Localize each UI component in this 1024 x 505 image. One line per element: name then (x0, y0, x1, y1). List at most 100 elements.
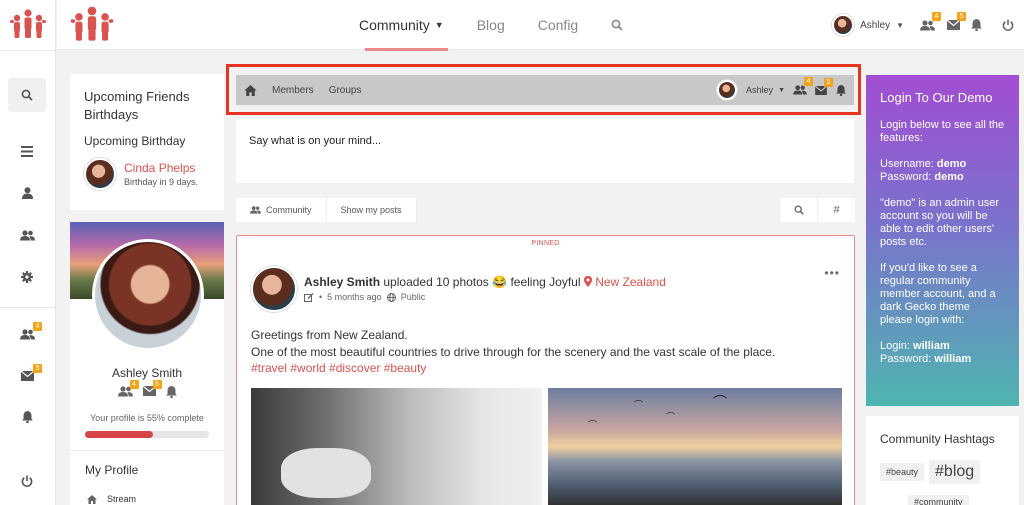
pinned-label: PINNED (531, 240, 560, 247)
rail-profile-button[interactable] (8, 176, 46, 210)
bird-shape: ⌒ (634, 400, 644, 410)
demo-login-label: Login: (880, 340, 910, 352)
demo-admin-note: "demo" is an admin user account so you w… (880, 197, 1000, 248)
logout-button[interactable] (1002, 19, 1014, 31)
profile-name[interactable]: Ashley Smith (70, 366, 224, 380)
stream-search-button[interactable] (779, 198, 817, 222)
edit-icon[interactable] (304, 292, 314, 302)
friend-requests-icon (920, 19, 935, 31)
post-headline: Ashley Smith uploaded 10 photos 😂 feelin… (304, 275, 666, 289)
post-feeling: feeling Joyful (510, 275, 581, 289)
globe-icon (386, 292, 396, 302)
demo-username-label: Username: (880, 158, 934, 170)
users-icon (250, 206, 261, 214)
avatar[interactable] (832, 14, 855, 36)
user-icon (21, 187, 33, 199)
birthday-person-name[interactable]: Cinda Phelps (124, 161, 198, 175)
rail-messages-button[interactable]: 5 (8, 359, 46, 393)
post-photo[interactable]: ⌒ ⌒ ⌒ ⌒ (548, 388, 842, 505)
demo-username-value: demo (936, 158, 967, 170)
post-photo[interactable] (251, 388, 542, 505)
post-location-label: New Zealand (595, 275, 666, 289)
demo-credentials: Username: demo Password: demo (880, 158, 1005, 184)
avatar[interactable] (84, 158, 116, 190)
post-line-1: Greetings from New Zealand. (251, 328, 408, 342)
profile-notifications-button[interactable] (165, 386, 177, 398)
post-privacy: Public (400, 292, 426, 302)
demo-password-label: Password: (880, 171, 932, 183)
chevron-down-icon: ▼ (434, 20, 444, 30)
post-author-avatar[interactable] (251, 266, 297, 312)
hashtags-title: Community Hashtags (880, 432, 995, 446)
stream-hashtag-button[interactable]: # (817, 198, 855, 222)
demo-password-value: demo (934, 171, 964, 183)
rail-friend-requests-button[interactable]: 4 (8, 317, 46, 351)
hashtag-chip[interactable]: #beauty (880, 463, 925, 481)
messages-badge: 5 (957, 12, 966, 21)
meta-dot: • (319, 292, 323, 302)
rail-settings-button[interactable] (8, 260, 46, 294)
more-options-icon[interactable]: ••• (824, 266, 840, 280)
bird-shape: ⌒ (713, 394, 727, 410)
post-time[interactable]: 5 months ago (327, 292, 382, 302)
rail-members-button[interactable] (8, 218, 46, 252)
profile-progress-fill (85, 431, 154, 438)
post-body: Greetings from New Zealand. One of the m… (251, 327, 775, 377)
hashtag-chip[interactable]: #community (908, 495, 969, 505)
composer-placeholder[interactable]: Say what is on your mind... (249, 135, 841, 147)
filter-community-tab[interactable]: Community (236, 198, 327, 222)
rail-search-button[interactable] (8, 78, 46, 112)
username[interactable]: Ashley (860, 20, 890, 31)
post-author[interactable]: Ashley Smith (304, 275, 380, 289)
birthday-when: Birthday in 9 days. (124, 177, 199, 187)
messages-badge: 5 (33, 364, 42, 373)
profile-friends-button[interactable]: 4 (117, 380, 139, 398)
search-icon (21, 89, 33, 101)
post-action: uploaded 10 photos (383, 275, 489, 289)
messages-badge: 5 (152, 380, 162, 389)
filter-my-posts-tab[interactable]: Show my posts (326, 198, 417, 222)
login-demo-widget: Login To Our Demo Login below to see all… (866, 75, 1019, 406)
stream-tools: # (779, 198, 855, 222)
bell-icon (21, 411, 33, 423)
friend-requests-badge: 4 (129, 380, 139, 389)
profile-link-stream[interactable]: Stream (87, 494, 136, 504)
menu-config[interactable]: Config (538, 0, 578, 50)
stream-filters: Community Show my posts (236, 198, 417, 222)
post-location[interactable]: New Zealand (583, 275, 666, 289)
demo-intro: Login below to see all the features: (880, 119, 1005, 144)
profile-messages-button[interactable]: 5 (142, 380, 162, 398)
profile-quick-icons: 4 5 (70, 380, 224, 398)
rail-logout-button[interactable] (8, 464, 46, 498)
mail-icon (20, 371, 34, 381)
demo-password2-label: Password: (880, 353, 932, 365)
divider (70, 450, 224, 451)
menu-blog[interactable]: Blog (477, 0, 505, 50)
rail-stream-button[interactable] (8, 134, 46, 168)
post-composer[interactable]: Say what is on your mind... (236, 119, 854, 183)
search-icon (611, 19, 623, 31)
pinned-post: PINNED Ashley Smith uploaded 10 photos 😂… (236, 235, 855, 505)
hashtags-widget: Community Hashtags #beauty #blog #commun… (866, 416, 1019, 505)
notifications-button[interactable] (971, 19, 982, 31)
friend-requests-button[interactable]: 4 (920, 11, 941, 31)
rail-notifications-button[interactable] (8, 400, 46, 434)
menu-community[interactable]: Community ▼ (359, 0, 448, 51)
profile-link-label: Stream (107, 494, 137, 504)
hashtag-chip[interactable]: #blog (929, 460, 981, 484)
demo-credentials-2: Login: william Password: william (880, 340, 1005, 366)
power-icon (21, 475, 33, 487)
profile-card: Ashley Smith 4 5 Your profile is 55% com… (70, 222, 224, 505)
profile-avatar[interactable] (92, 239, 204, 351)
app-logo[interactable] (9, 8, 47, 40)
birthday-item[interactable]: Cinda Phelps Birthday in 9 days. (84, 158, 210, 190)
chevron-down-icon[interactable]: ▼ (896, 21, 904, 30)
post-hashtags[interactable]: #travel #world #discover #beauty (251, 360, 775, 377)
power-icon (1002, 19, 1014, 31)
menu-search-button[interactable] (611, 0, 623, 50)
post-line-2: One of the most beautiful countries to d… (251, 344, 776, 359)
site-logo[interactable] (69, 5, 115, 43)
birthdays-widget: Upcoming Friends Birthdays Upcoming Birt… (70, 74, 224, 210)
friend-requests-badge: 4 (33, 322, 42, 331)
messages-button[interactable]: 5 (947, 12, 966, 30)
